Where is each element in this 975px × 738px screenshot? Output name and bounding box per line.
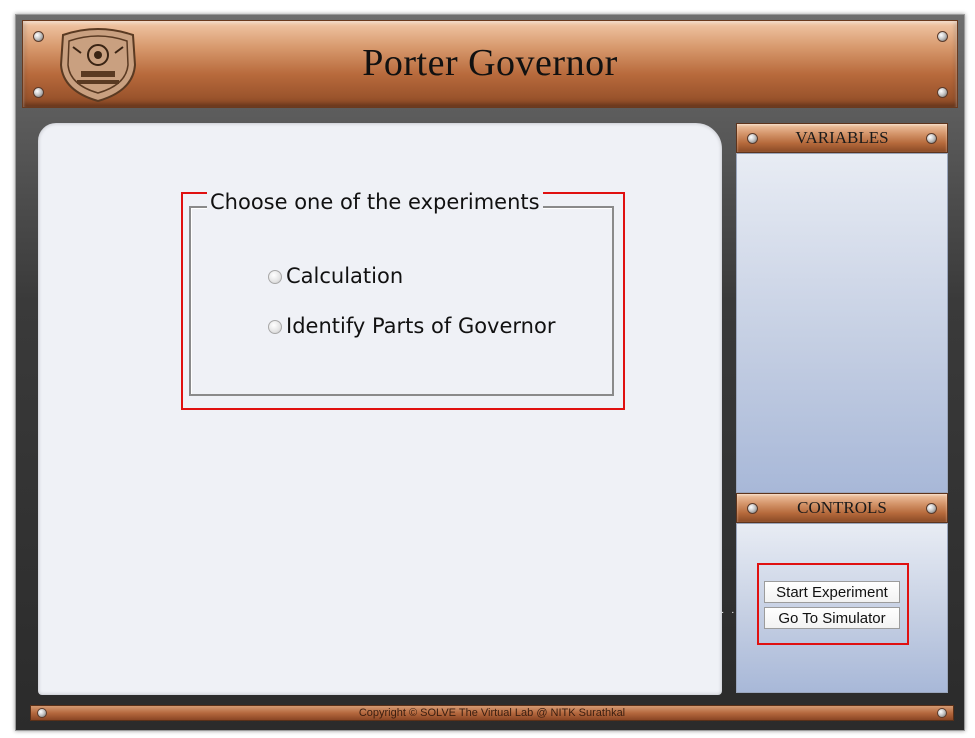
experiment-selector-fieldset	[189, 206, 614, 396]
page-footer: Copyright © SOLVE The Virtual Lab @ NITK…	[30, 705, 954, 721]
rivet-icon	[747, 503, 758, 514]
radio-button[interactable]	[268, 270, 282, 284]
rivet-icon	[33, 87, 44, 98]
controls-highlight	[757, 563, 909, 645]
variables-header: VARIABLES	[736, 123, 948, 153]
controls-header: CONTROLS	[736, 493, 948, 523]
rivet-icon	[37, 708, 47, 718]
option-label: Identify Parts of Governor	[286, 314, 556, 338]
rivet-icon	[937, 31, 948, 42]
page-header: Porter Governor	[22, 20, 958, 108]
app-window: Porter Governor Choose one of the experi…	[15, 14, 965, 731]
radio-button[interactable]	[268, 320, 282, 334]
option-identify-parts[interactable]: Identify Parts of Governor	[268, 314, 555, 338]
rivet-icon	[33, 31, 44, 42]
option-calculation[interactable]: Calculation	[268, 264, 403, 288]
variables-title: VARIABLES	[795, 128, 889, 147]
rivet-icon	[937, 87, 948, 98]
go-to-simulator-button[interactable]: Go To Simulator	[764, 607, 900, 629]
controls-title: CONTROLS	[797, 498, 887, 517]
experiment-content-panel: Choose one of the experiments Calculatio…	[38, 123, 722, 695]
rivet-icon	[926, 133, 937, 144]
rivet-icon	[926, 503, 937, 514]
variables-panel	[736, 153, 948, 493]
rivet-icon	[747, 133, 758, 144]
page-title: Porter Governor	[362, 42, 618, 84]
divider-dots: · ·	[721, 607, 737, 618]
option-label: Calculation	[286, 264, 404, 288]
experiment-selector-legend: Choose one of the experiments	[207, 190, 543, 214]
rivet-icon	[937, 708, 947, 718]
start-experiment-button[interactable]: Start Experiment	[764, 581, 900, 603]
copyright-text: Copyright © SOLVE The Virtual Lab @ NITK…	[358, 707, 626, 719]
